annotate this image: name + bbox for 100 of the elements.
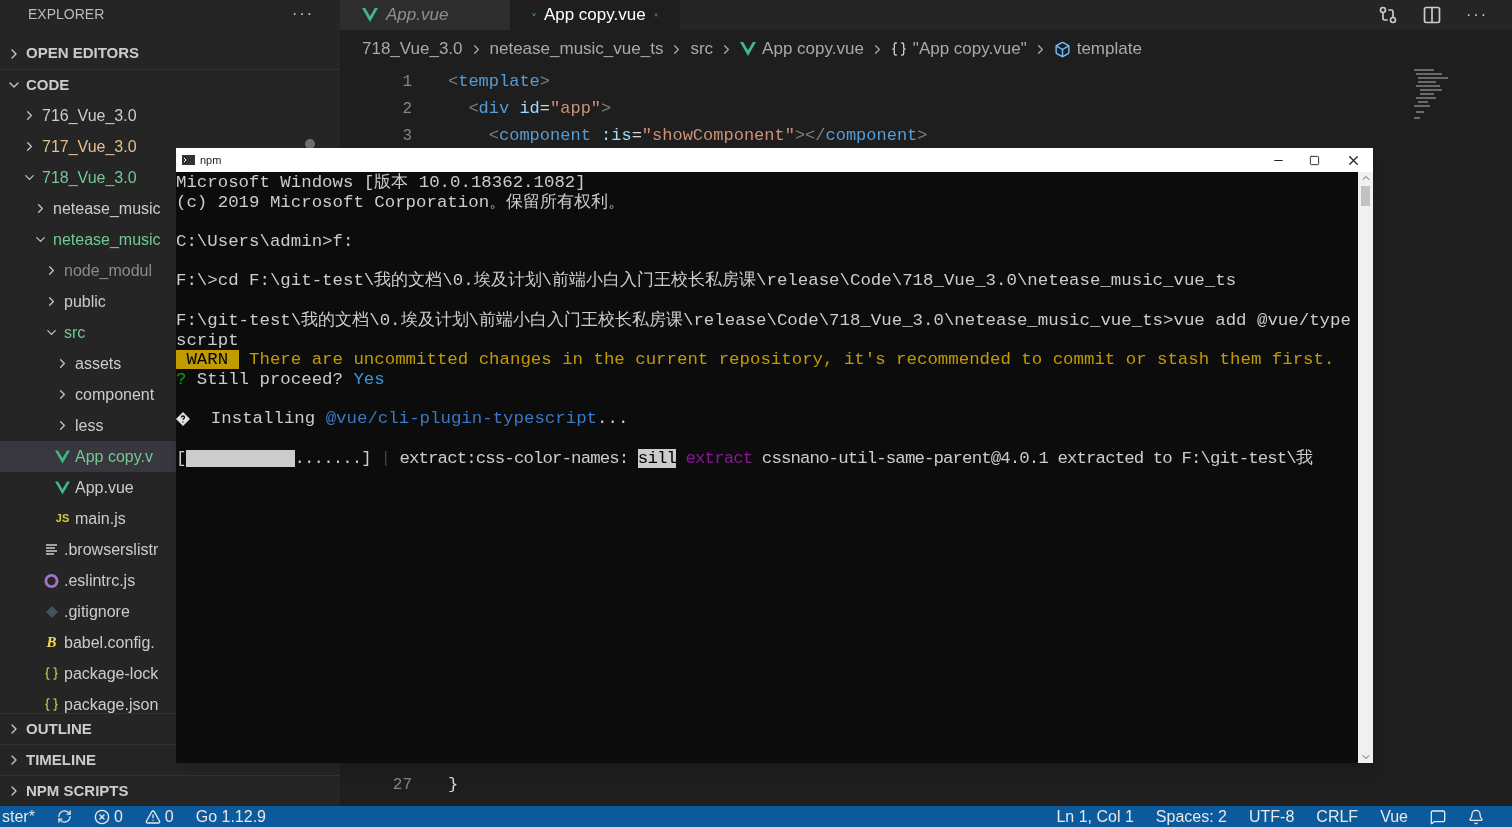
item-label: assets [75, 353, 122, 374]
item-label: App.vue [75, 477, 134, 498]
error-icon [93, 808, 110, 825]
diamond-icon [44, 604, 59, 619]
status-item[interactable]: Vue [1380, 804, 1408, 827]
maximize-icon[interactable] [1309, 154, 1320, 166]
item-label: 718_Vue_3.0 [42, 167, 137, 188]
feedback-icon[interactable] [1430, 808, 1446, 825]
terminal-icon [182, 155, 195, 165]
tree-item[interactable]: less [0, 410, 176, 441]
item-label: main.js [75, 508, 126, 529]
tree-item[interactable]: .eslintrc.js [0, 565, 176, 596]
more-button[interactable]: ··· [1466, 3, 1488, 27]
braces-icon [44, 697, 59, 712]
ring-icon [44, 572, 59, 589]
braces-icon [44, 666, 59, 681]
vue-icon [362, 8, 378, 22]
terminal-line: WARN There are uncommitted changes in the current repository, it's recommended to commit or stash them first. [176, 350, 1335, 370]
terminal-line: C:\Users\admin>f: [176, 232, 354, 252]
error-count[interactable]: 0 [93, 804, 123, 827]
tree-item[interactable]: package-lock [0, 658, 176, 689]
tree-item[interactable]: App.vue [0, 472, 176, 503]
tree-item[interactable]: .browserslistr [0, 534, 176, 565]
item-label: less [75, 415, 104, 436]
terminal-line: F:\>cd F:\git-test\我的文档\0.埃及计划\前端小白入门王校长私房课\release\Code\718_Vue_3.0\netease_music_vue_ts [176, 271, 1237, 292]
breadcrumb[interactable]: netease_music_vue_ts [489, 36, 664, 62]
section-header[interactable]: OUTLINE [0, 714, 150, 744]
terminal-line: script [176, 330, 239, 351]
tree-item[interactable]: 716_Vue_3.0 [0, 100, 176, 131]
vue-icon [55, 480, 70, 495]
warning-icon [144, 808, 161, 825]
editor-tab[interactable]: App.vue [340, 0, 510, 30]
section-header[interactable]: NPM SCRIPTS [0, 776, 150, 806]
tree-item[interactable]: component [0, 379, 176, 410]
item-label: .eslintrc.js [64, 570, 136, 591]
tree-item[interactable]: node_modul [0, 255, 176, 286]
terminal-line: Installing @vue/cli-plugin-typescript... [176, 409, 629, 429]
status-item[interactable]: Go 1.12.9 [195, 804, 266, 827]
item-label: App copy.v [75, 446, 153, 467]
item-label: public [64, 291, 106, 312]
tree-item[interactable]: public [0, 286, 176, 317]
breadcrumb[interactable]: src [690, 36, 714, 62]
scroll-thumb[interactable] [1361, 186, 1370, 206]
status-item[interactable]: Ln 1, Col 1 [1056, 804, 1134, 827]
cube-icon [1053, 40, 1071, 58]
compare-icon[interactable] [1378, 5, 1398, 25]
breadcrumb[interactable]: 718_Vue_3.0 [362, 36, 463, 62]
more-button[interactable]: ··· [292, 2, 314, 26]
status-item[interactable]: UTF-8 [1249, 804, 1295, 827]
tree-item[interactable]: netease_music [0, 224, 176, 255]
item-label: netease_music [53, 229, 161, 250]
terminal-line: ? Still proceed? Yes [176, 369, 385, 390]
babel-icon: B [46, 635, 57, 650]
line-number: 27 [391, 774, 412, 796]
sync-icon[interactable] [56, 809, 72, 824]
item-label: 716_Vue_3.0 [42, 105, 137, 126]
breadcrumb[interactable]: App copy.vue [740, 36, 864, 62]
item-label: package.json [64, 694, 159, 713]
line-number: 3 [401, 125, 412, 147]
breadcrumb[interactable]: template [1053, 36, 1142, 62]
item-label: .browserslistr [64, 539, 159, 560]
line-number: 2 [401, 98, 412, 120]
braces-icon [890, 41, 907, 57]
tree-item[interactable]: 717_Vue_3.0 [0, 131, 176, 162]
tree-item[interactable]: netease_music [0, 193, 176, 224]
item-label: node_modul [64, 260, 153, 281]
vue-icon [55, 449, 70, 464]
section-header[interactable]: CODE [0, 70, 150, 100]
breadcrumb[interactable]: "App copy.vue" [890, 36, 1027, 62]
window-title: npm [200, 152, 222, 168]
item-label: component [75, 384, 155, 405]
tree-item[interactable]: 718_Vue_3.0 [0, 162, 176, 193]
item-label: babel.config. [64, 632, 155, 653]
tree-item[interactable]: src [0, 317, 176, 348]
tree-item[interactable]: B babel.config. [0, 627, 176, 658]
section-header[interactable]: OPEN EDITORS [0, 38, 150, 69]
terminal-line: (c) 2019 Microsoft Corporation。保留所有权利。 [176, 192, 626, 213]
status-item[interactable]: CRLF [1316, 804, 1359, 827]
tree-item[interactable]: .gitignore [0, 596, 176, 627]
terminal-line: F:\git-test\我的文档\0.埃及计划\前端小白入门王校长私房课\release\Code\718_Vue_3.0\netease_music_vue_ts>vue add @vue/type [176, 310, 1351, 331]
editor-tab[interactable]: App copy.vue [510, 0, 680, 30]
item-label: netease_music [53, 198, 161, 219]
section-header[interactable]: TIMELINE [0, 745, 150, 775]
warning-count[interactable]: 0 [144, 804, 174, 827]
item-label: package-lock [64, 663, 159, 684]
split-editor-icon[interactable] [1422, 5, 1442, 25]
tree-item[interactable]: App copy.v [0, 441, 176, 472]
line-number: 1 [401, 71, 412, 93]
item-label: 717_Vue_3.0 [42, 136, 137, 157]
tree-item[interactable]: package.json [0, 689, 176, 713]
status-item[interactable]: Spaces: 2 [1155, 804, 1227, 827]
item-label: .gitignore [64, 601, 130, 622]
bell-icon[interactable] [1468, 808, 1484, 825]
code-line: } [448, 773, 459, 796]
js-icon: JS [55, 513, 70, 524]
tree-item[interactable]: assets [0, 348, 176, 379]
status-item[interactable]: ster* [2, 804, 35, 827]
item-label: src [64, 322, 86, 343]
tree-item[interactable]: JS main.js [0, 503, 176, 534]
code-line: <div id="app"> [467, 97, 612, 120]
